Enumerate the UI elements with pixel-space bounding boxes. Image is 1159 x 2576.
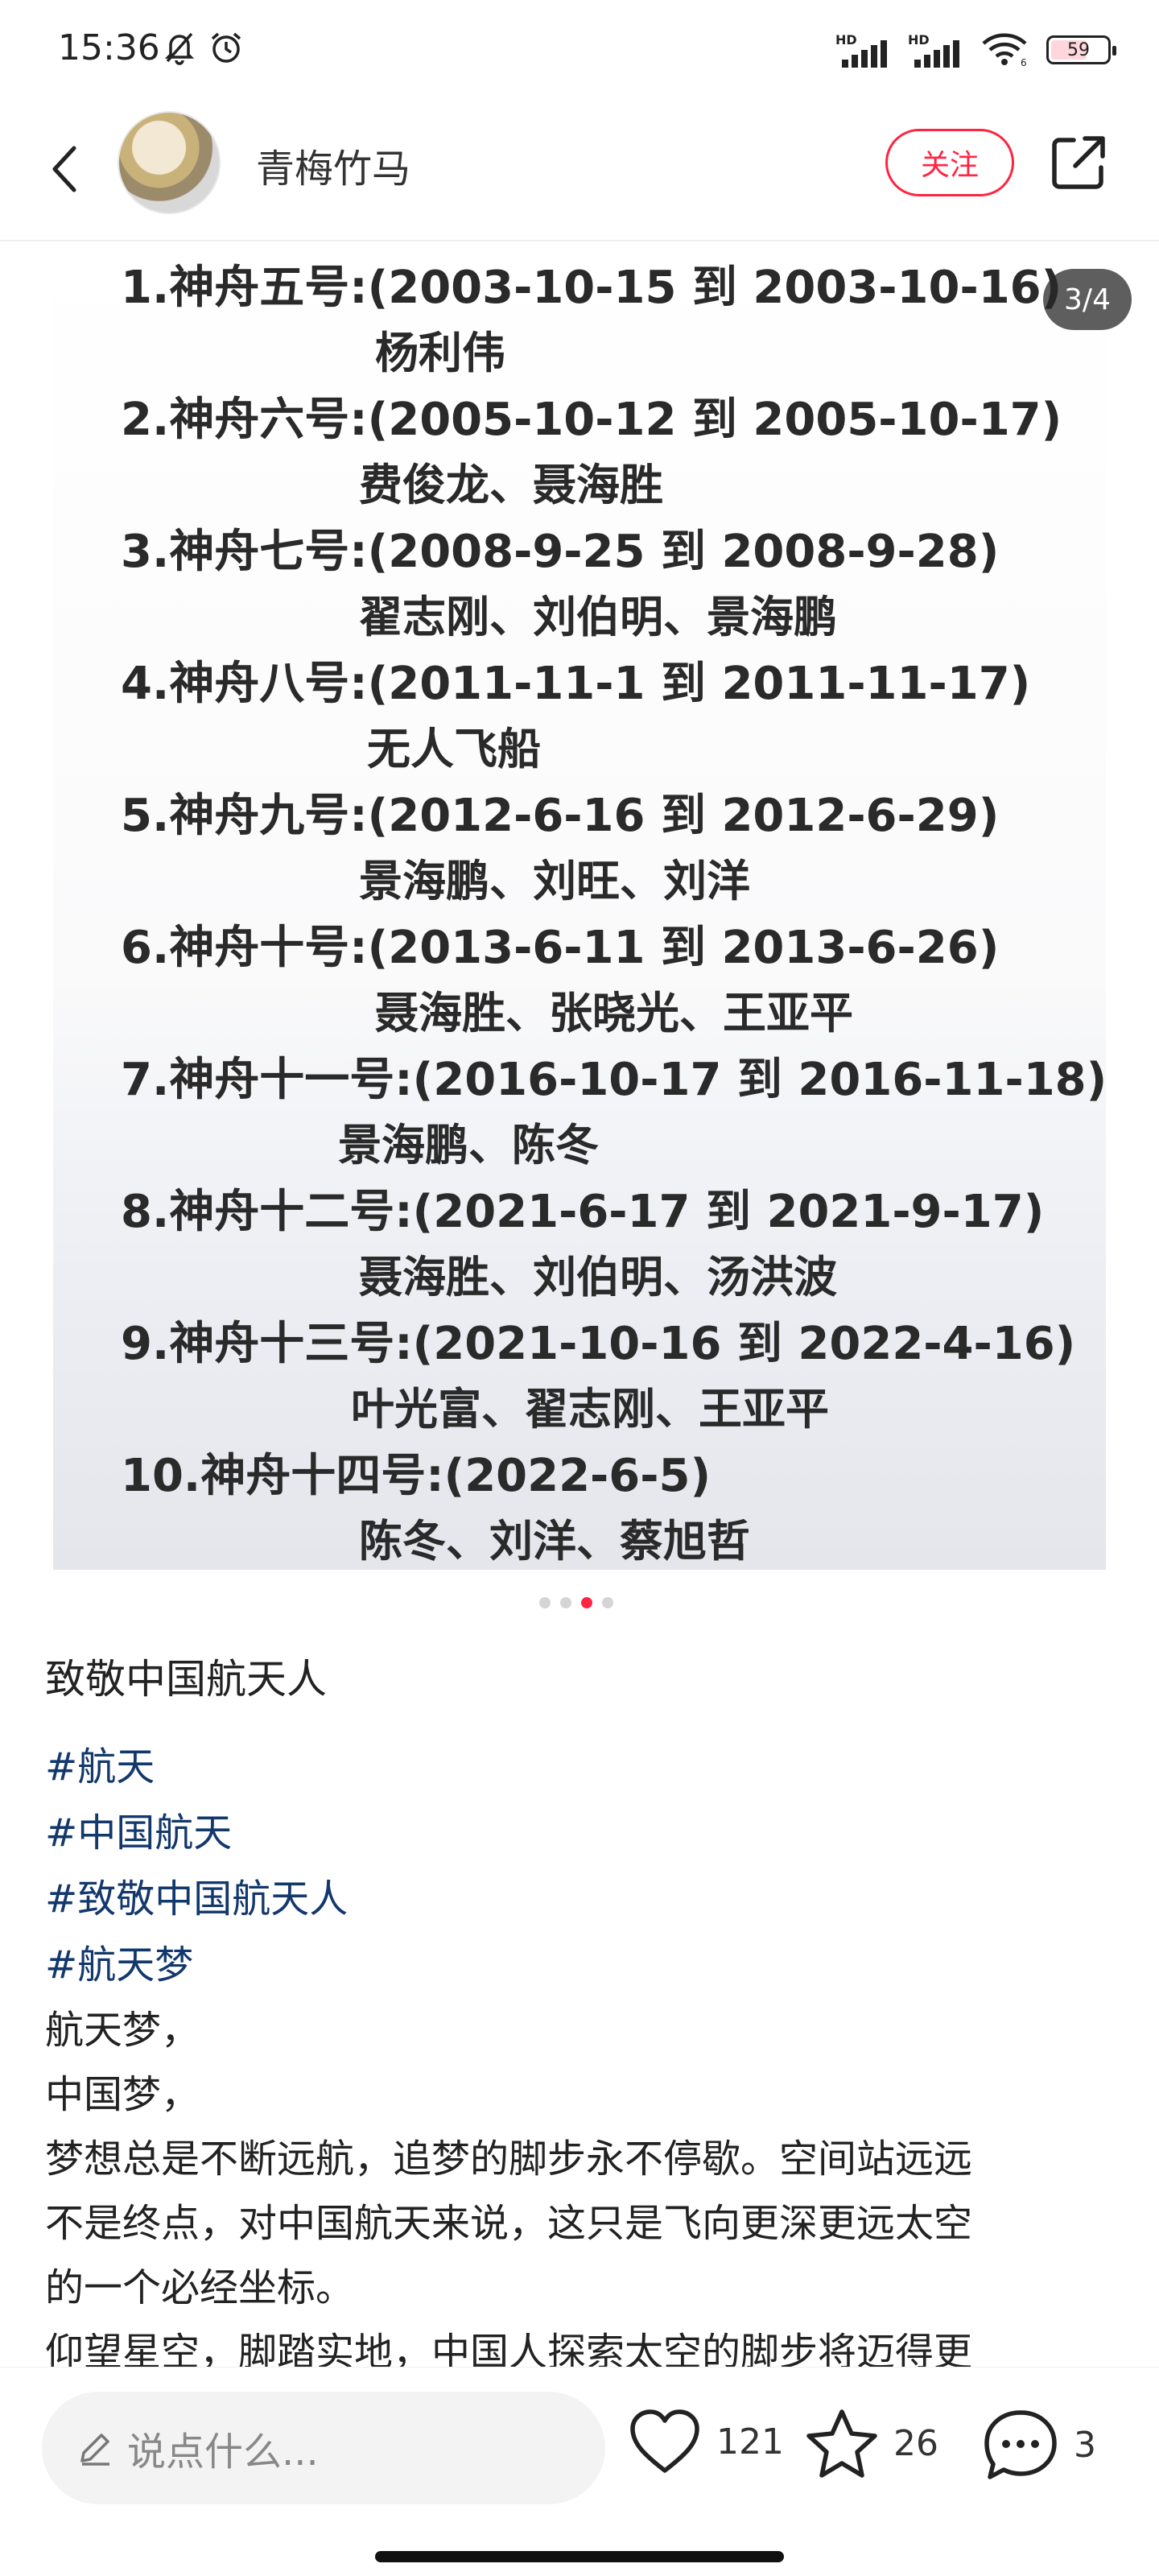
author-name[interactable]: 青梅竹马 <box>256 137 410 193</box>
like-count: 121 <box>716 2421 784 2462</box>
crew-names-line: 景海鹏、陈冬 <box>338 1120 599 1170</box>
mission-line: 9.神舟十三号:(2021-10-16 到 2022-4-16) <box>121 1318 1076 1370</box>
comment-icon <box>984 2410 1057 2479</box>
crew-names-line: 翟志刚、刘伯明、景海鹏 <box>359 592 837 642</box>
pencil-icon <box>80 2434 109 2466</box>
crew-names-line: 聂海胜、刘伯明、汤洪波 <box>359 1252 837 1302</box>
mission-line: 5.神舟九号:(2012-6-16 到 2012-6-29) <box>121 790 1000 842</box>
comment-count: 3 <box>1074 2424 1096 2466</box>
crew-names-line: 叶光富、翟志刚、王亚平 <box>351 1384 829 1435</box>
bottom-action-bar: 说点什么... 121 26 3 <box>0 2367 1159 2576</box>
comment-button[interactable]: 3 <box>982 2408 1096 2482</box>
hashtag-link[interactable]: #航天梦 <box>45 1932 1116 1998</box>
battery-level: 59 <box>1067 39 1090 60</box>
follow-button[interactable]: 关注 <box>885 129 1014 196</box>
crew-names-line: 无人飞船 <box>367 724 541 774</box>
heart-icon <box>630 2409 699 2473</box>
crew-names-line: 杨利伟 <box>375 328 505 378</box>
post-header: 青梅竹马 关注 <box>0 105 1159 242</box>
hashtag-link[interactable]: #致敬中国航天人 <box>45 1866 1116 1932</box>
mission-line: 3.神舟七号:(2008-9-25 到 2008-9-28) <box>121 526 1000 578</box>
comment-input[interactable]: 说点什么... <box>42 2392 605 2504</box>
post-content: 致敬中国航天人 #航天 #中国航天 #致敬中国航天人 #航天梦 航天梦， 中国梦… <box>45 1647 1116 2384</box>
post-title: 致敬中国航天人 <box>45 1656 327 1703</box>
hashtag-link[interactable]: #中国航天 <box>45 1800 1116 1866</box>
image-carousel[interactable]: 1.神舟五号:(2003-10-15 到 2003-10-16) 杨利伟 2.神舟六… <box>0 242 1159 1610</box>
mission-line: 7.神舟十一号:(2016-10-17 到 2016-11-18) <box>121 1054 1106 1106</box>
crew-names-line: 聂海胜、张晓光、王亚平 <box>375 988 853 1038</box>
mission-line: 1.神舟五号:(2003-10-15 到 2003-10-16) <box>121 262 1062 314</box>
carousel-dot <box>602 1597 613 1608</box>
signal-hd-icon: HD <box>908 32 963 68</box>
back-button[interactable] <box>32 137 97 201</box>
status-bar: 15:36 HD HD 6 59 <box>0 0 1159 105</box>
star-icon <box>806 2409 877 2478</box>
status-left-icons <box>161 29 245 69</box>
battery-icon: 59 <box>1046 35 1116 64</box>
back-arrow-icon <box>52 146 76 192</box>
status-right-icons: HD HD 6 59 <box>835 31 1116 69</box>
hashtag-link[interactable]: #航天 <box>45 1734 1116 1800</box>
post-body-line: 航天梦， <box>45 2008 200 2053</box>
mission-line: 6.神舟十号:(2013-6-11 到 2013-6-26) <box>121 922 1000 974</box>
like-button[interactable]: 121 <box>628 2408 784 2475</box>
favorite-button[interactable]: 26 <box>805 2408 938 2479</box>
alarm-icon <box>208 29 245 69</box>
post-body-line: 中国梦， <box>45 2072 200 2117</box>
carousel-image[interactable]: 1.神舟五号:(2003-10-15 到 2003-10-16) 杨利伟 2.神舟六… <box>53 242 1106 1570</box>
page-indicator: 3/4 <box>1043 269 1132 330</box>
post-body-line: 的一个必经坐标。 <box>45 2265 355 2310</box>
signal-hd-icon: HD <box>835 32 890 68</box>
favorite-count: 26 <box>893 2422 938 2464</box>
mission-line: 2.神舟六号:(2005-10-12 到 2005-10-17) <box>121 394 1062 446</box>
comment-placeholder: 说点什么... <box>127 2429 319 2475</box>
author-avatar[interactable] <box>118 111 221 214</box>
carousel-dot-active <box>581 1597 592 1608</box>
post-body-line: 不是终点，对中国航天来说，这只是飞向更深更远太空 <box>45 2201 973 2246</box>
mute-bell-icon <box>161 29 198 69</box>
mission-line: 4.神舟八号:(2011-11-1 到 2011-11-17) <box>121 658 1031 710</box>
carousel-dots <box>539 1597 613 1608</box>
share-icon <box>1052 136 1105 189</box>
carousel-dot <box>560 1597 571 1608</box>
wifi-icon: 6 <box>980 31 1029 69</box>
crew-names-line: 费俊龙、聂海胜 <box>359 460 663 510</box>
svg-text:6: 6 <box>1021 57 1027 66</box>
mission-line: 8.神舟十二号:(2021-6-17 到 2021-9-17) <box>121 1186 1045 1238</box>
share-button[interactable] <box>1046 130 1111 195</box>
crew-names-line: 景海鹏、刘旺、刘洋 <box>359 856 750 906</box>
mission-line: 10.神舟十四号:(2022-6-5) <box>121 1450 711 1502</box>
home-indicator[interactable] <box>375 2551 784 2562</box>
status-time: 15:36 <box>58 27 160 68</box>
post-body-line: 梦想总是不断远航，追梦的脚步永不停歇。空间站远远 <box>45 2136 973 2182</box>
carousel-dot <box>539 1597 551 1608</box>
crew-names-line: 陈冬、刘洋、蔡旭哲 <box>359 1516 750 1567</box>
